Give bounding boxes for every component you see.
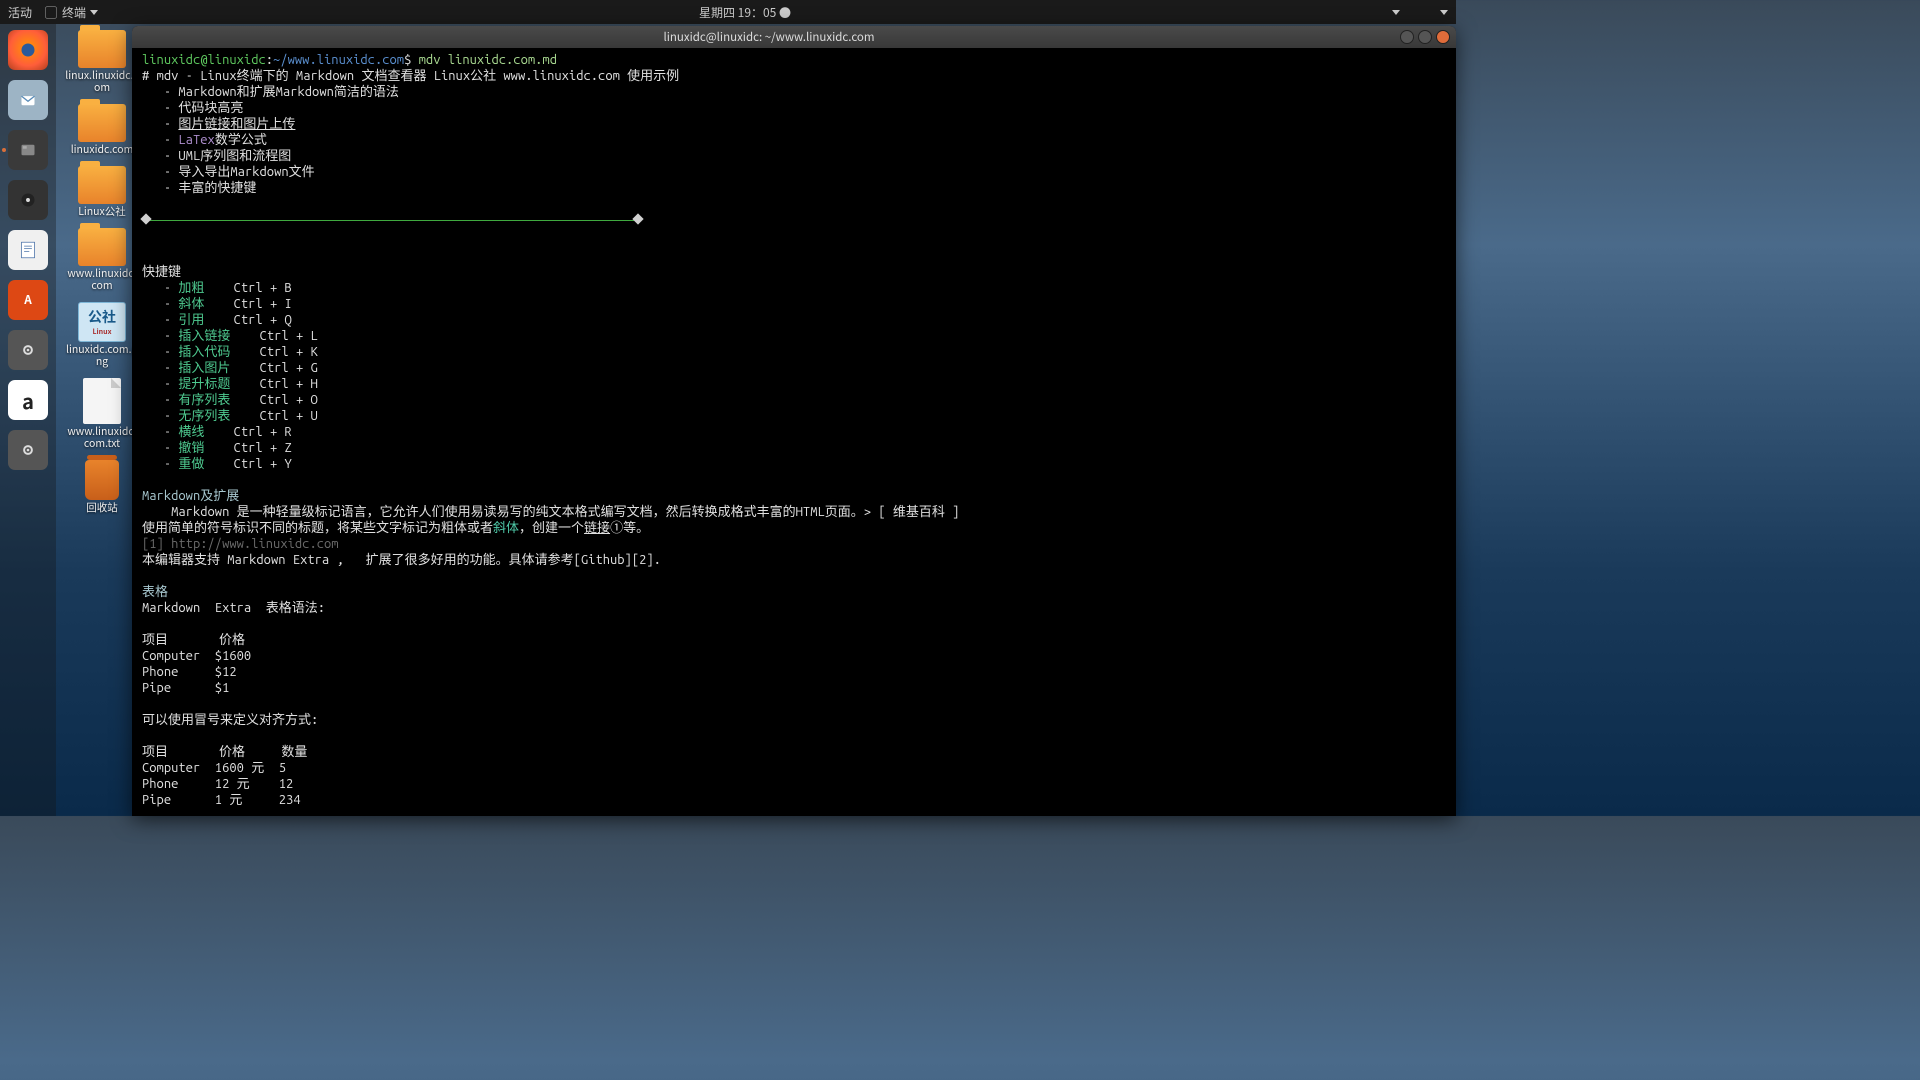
desktop-icon-label: linuxidc.com <box>71 144 134 156</box>
dock-files[interactable] <box>8 130 48 170</box>
desktop-icon-folder[interactable]: linuxidc.com <box>62 104 142 156</box>
input-source-icon[interactable] <box>1392 10 1400 15</box>
terminal-titlebar[interactable]: linuxidc@linuxidc: ~/www.linuxidc.com <box>132 26 1456 48</box>
chevron-down-icon <box>90 10 98 15</box>
terminal-title: linuxidc@linuxidc: ~/www.linuxidc.com <box>138 29 1400 45</box>
dock-libreoffice-writer[interactable] <box>8 230 48 270</box>
clock[interactable]: 星期四 19：05 ● <box>98 4 1392 21</box>
chevron-down-icon <box>1440 10 1448 15</box>
terminal-body[interactable]: linuxidc@linuxidc:~/www.linuxidc.com$ md… <box>132 48 1456 816</box>
minimize-button[interactable] <box>1400 30 1414 44</box>
desktop-icon-label: 回收站 <box>86 502 118 514</box>
desktop-icon-trash[interactable]: 回收站 <box>62 460 142 514</box>
dock-ubuntu-software[interactable]: A <box>8 280 48 320</box>
top-panel: 活动 ▢ 终端 星期四 19：05 ● <box>0 0 1456 24</box>
desktop-icon-folder[interactable]: Linux公社 <box>62 166 142 218</box>
desktop-icon-png[interactable]: 公社Linuxlinuxidc.com.png <box>62 302 142 368</box>
desktop-icon-folder[interactable]: www.linuxidc.com <box>62 228 142 292</box>
desktop-icon-label: linuxidc.com.png <box>65 344 139 368</box>
desktop-icon-folder[interactable]: linux.linuxidc.com <box>62 30 142 94</box>
dock: A a <box>0 24 56 816</box>
folder-icon <box>78 104 126 142</box>
trash-icon <box>85 460 119 500</box>
png-icon: 公社Linux <box>78 302 126 342</box>
svg-text:A: A <box>23 291 32 308</box>
dock-amazon[interactable]: a <box>8 380 48 420</box>
file-icon <box>83 378 121 424</box>
folder-icon <box>78 166 126 204</box>
dock-thunderbird[interactable] <box>8 80 48 120</box>
dock-rhythmbox[interactable] <box>8 180 48 220</box>
dock-settings[interactable] <box>8 330 48 370</box>
desktop-icon-label: Linux公社 <box>78 206 126 218</box>
desktop-icons: linux.linuxidc.com linuxidc.com Linux公社 www… <box>62 30 142 514</box>
desktop-icon-label: linux.linuxidc.com <box>65 70 139 94</box>
maximize-button[interactable] <box>1418 30 1432 44</box>
terminal-window: linuxidc@linuxidc: ~/www.linuxidc.com li… <box>132 26 1456 816</box>
close-button[interactable] <box>1436 30 1450 44</box>
folder-icon <box>78 228 126 266</box>
desktop-icon-label: www.linuxidc.com <box>65 268 139 292</box>
activities-button[interactable]: 活动 <box>8 4 32 21</box>
dock-settings-2[interactable] <box>8 430 48 470</box>
terminal-app-label: 终端 <box>62 4 86 21</box>
dock-firefox[interactable] <box>8 30 48 70</box>
terminal-app-menu[interactable]: ▢ 终端 <box>44 4 98 21</box>
desktop-icon-label: www.linuxidc.com.txt <box>65 426 139 450</box>
terminal-icon: ▢ <box>44 5 58 19</box>
folder-icon <box>78 30 126 68</box>
desktop-icon-file[interactable]: www.linuxidc.com.txt <box>62 378 142 450</box>
